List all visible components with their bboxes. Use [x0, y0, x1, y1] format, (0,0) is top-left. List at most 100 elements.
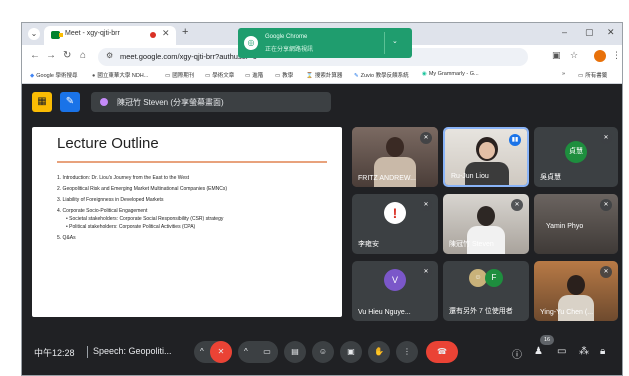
- grammarly-icon: ◉: [422, 71, 427, 77]
- participant-count-badge: 16: [540, 335, 554, 345]
- mic-off-icon: ✕: [511, 199, 523, 211]
- bookmarks-bar: ◆ Google 學術搜尋 ● 國立東華大學 NDH... ▭ 國際期刊 ▭ 學術文章 …: [22, 69, 622, 84]
- divider: [384, 32, 385, 54]
- chat-icon[interactable]: ▭: [557, 346, 566, 357]
- folder-icon: ▭: [205, 73, 211, 79]
- participant-name: Ying-Yu Chen (...: [540, 309, 594, 316]
- tab-meet[interactable]: Meet - xgy-qjti-brr ✕: [44, 26, 176, 45]
- captions-icon[interactable]: ▤: [284, 341, 306, 363]
- participant-tile[interactable]: ✕ Yamin Phyo: [534, 194, 618, 254]
- bookmark-item[interactable]: ▭ 進階: [245, 71, 263, 79]
- outline-item: 4. Corporate Socio-Political Engagement: [57, 208, 148, 214]
- presenter-dot-icon: [100, 98, 108, 106]
- participant-tile[interactable]: ✕ Ying-Yu Chen (...: [534, 261, 618, 321]
- google-icon: ◆: [30, 73, 35, 79]
- bookmark-item[interactable]: ◆ Google 學術搜尋: [30, 71, 78, 79]
- person-silhouette: [477, 206, 495, 226]
- participant-name: Ru-Jun Liou: [451, 173, 489, 180]
- divider: [87, 346, 88, 358]
- participant-tile[interactable]: ✕ 陳冠竹 Steven: [443, 194, 529, 254]
- folder-icon: ▭: [578, 73, 584, 79]
- mic-off-icon: ✕: [600, 132, 612, 144]
- reload-icon[interactable]: ↻: [63, 50, 71, 61]
- back-icon[interactable]: ←: [30, 50, 40, 61]
- participant-tile[interactable]: ▮▮ Ru-Jun Liou: [443, 127, 529, 187]
- host-controls-icon[interactable]: 🔒︎: [600, 346, 605, 357]
- mic-off-icon[interactable]: ✕: [210, 341, 232, 363]
- participant-tile[interactable]: ! ✕ 李雍安: [352, 194, 438, 254]
- presenter-label: 陳冠竹 Steven (分享螢幕畫面): [117, 98, 224, 107]
- outline-item: 5. Q&As: [57, 235, 76, 241]
- more-options-icon[interactable]: ⋮: [396, 341, 418, 363]
- activities-icon[interactable]: ⁂: [579, 346, 589, 357]
- more-participants-label: 還有另外 7 位使用者: [449, 308, 513, 315]
- chevron-down-icon[interactable]: ⌄: [392, 37, 398, 45]
- end-call-button[interactable]: ☎: [426, 341, 458, 363]
- call-controls-bar: 中午12:28 Speech: Geopoliti... ^ ✕ ^ ▭ ▤ ☺…: [22, 332, 622, 375]
- bookmark-item[interactable]: ◉ My Grammarly - G...: [422, 71, 479, 77]
- participant-tile[interactable]: ✕ FRITZ ANDREW...: [352, 127, 438, 187]
- speaking-indicator-icon: ▮▮: [509, 134, 521, 146]
- camera-icon[interactable]: ▭: [256, 341, 278, 363]
- mic-off-icon: ✕: [600, 266, 612, 278]
- meeting-time: 中午12:28: [34, 348, 75, 358]
- emoji-icon[interactable]: ☺: [312, 341, 334, 363]
- participant-avatar: V: [384, 269, 406, 291]
- shared-slide: Lecture Outline 1. Introduction: Dr. Lio…: [32, 127, 342, 317]
- tab-search-icon[interactable]: ⌄: [28, 28, 40, 40]
- forward-icon[interactable]: →: [46, 50, 56, 61]
- close-window-button[interactable]: ✕: [607, 27, 615, 38]
- outline-item: 3. Liability of Foreignness in Developed…: [57, 197, 164, 203]
- chrome-icon: ◎: [244, 36, 258, 50]
- bookmark-star-icon[interactable]: ☆: [570, 50, 578, 61]
- participant-name: 陳冠竹 Steven: [449, 241, 494, 248]
- person-body: [558, 295, 594, 321]
- bookmark-item[interactable]: ● 國立東華大學 NDH...: [92, 71, 148, 79]
- tab-title: Meet - xgy-qjti-brr: [65, 30, 120, 37]
- outline-item: 1. Introduction: Dr. Liou's Journey from…: [57, 175, 190, 181]
- profile-avatar[interactable]: [594, 50, 606, 62]
- site-info-icon[interactable]: ⚙: [106, 51, 113, 60]
- participant-tile[interactable]: 貞慧 ✕ 吳貞慧: [534, 127, 618, 187]
- person-face: [479, 142, 495, 159]
- outline-item: 2. Geopolitical Risk and Emerging Market…: [57, 186, 228, 192]
- home-icon[interactable]: ⌂: [80, 50, 86, 61]
- annotate-icon[interactable]: ✎: [60, 92, 80, 112]
- participant-tile[interactable]: ☺ F 還有另外 7 位使用者: [443, 261, 529, 321]
- slide-divider: [57, 161, 327, 163]
- bookmarks-overflow-icon[interactable]: »: [562, 71, 565, 77]
- presentation-icon[interactable]: ▦: [32, 92, 52, 112]
- raise-hand-icon[interactable]: ✋: [368, 341, 390, 363]
- participant-name: Yamin Phyo: [546, 223, 584, 230]
- browser-window: ⌄ Meet - xgy-qjti-brr ✕ + – ▢ ✕ ← → ↻ ⌂ …: [21, 22, 623, 376]
- new-tab-button[interactable]: +: [182, 26, 188, 38]
- recording-indicator-icon: [150, 32, 156, 38]
- participant-tile[interactable]: V ✕ Vu Hieu Nguye...: [352, 261, 438, 321]
- participant-avatar: F: [485, 269, 503, 287]
- bookmark-item[interactable]: ▭ 國際期刊: [165, 71, 194, 79]
- chrome-notification[interactable]: ◎ Google Chrome 正在分享網路視訊 ⌄: [238, 28, 412, 58]
- bookmark-item[interactable]: ▭ 學術文章: [205, 71, 234, 79]
- folder-icon: ▭: [165, 73, 171, 79]
- meet-logo-icon: [51, 31, 63, 39]
- meeting-info-icon[interactable]: ⓘ: [512, 346, 522, 361]
- folder-icon: ▭: [275, 73, 281, 79]
- bookmark-item[interactable]: ▭ 教學: [275, 71, 293, 79]
- meeting-title: Speech: Geopoliti...: [93, 346, 172, 356]
- menu-dots-icon[interactable]: ⋮: [612, 50, 621, 61]
- minimize-button[interactable]: –: [562, 27, 567, 37]
- tab-close-icon[interactable]: ✕: [162, 28, 170, 39]
- maximize-button[interactable]: ▢: [585, 27, 594, 38]
- all-bookmarks[interactable]: ▭ 所有書籤: [578, 71, 607, 79]
- notification-subtitle: 正在分享網路視訊: [265, 47, 314, 53]
- bookmark-item[interactable]: ✎ Zuvio 教學反饋系統: [354, 71, 409, 79]
- notification-title: Google Chrome: [265, 34, 308, 40]
- people-icon[interactable]: ♟: [534, 346, 543, 357]
- slide-title: Lecture Outline: [57, 135, 159, 152]
- bookmark-item[interactable]: ⌛ 搜索計算器: [306, 71, 342, 79]
- cast-icon[interactable]: ▣: [552, 50, 561, 61]
- mic-off-icon: ✕: [600, 199, 612, 211]
- folder-icon: ▭: [245, 73, 251, 79]
- present-screen-icon[interactable]: ▣: [340, 341, 362, 363]
- participant-avatar-icon: !: [384, 202, 406, 224]
